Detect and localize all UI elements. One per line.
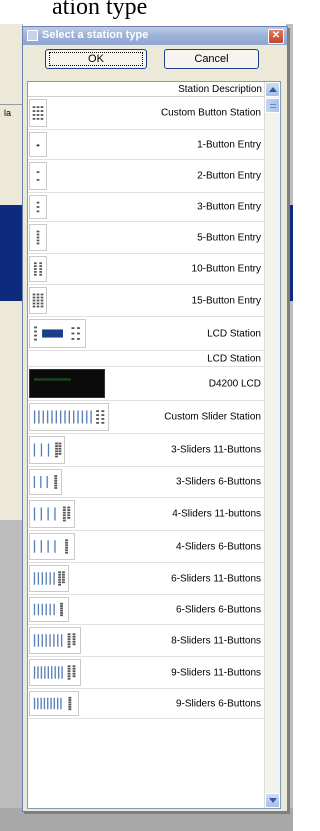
close-button[interactable]: ✕ [268, 29, 284, 44]
station-list-item[interactable]: 3-Sliders 11-Buttons [28, 434, 264, 467]
station-thumbnail-icon [29, 224, 47, 251]
station-list-item[interactable]: 3-Button Entry [28, 193, 264, 222]
station-description: 10-Button Entry [191, 263, 261, 275]
station-thumbnail-icon [29, 287, 47, 314]
background-blue-band [0, 205, 22, 301]
station-description: LCD Station [207, 353, 261, 364]
station-thumbnail-icon [29, 162, 47, 190]
ok-button[interactable]: OK [45, 49, 147, 69]
station-description: 3-Sliders 11-Buttons [171, 444, 261, 456]
background-gray-panel [0, 520, 22, 831]
station-description: 2-Button Entry [197, 170, 261, 182]
background-title-text: ation type [52, 0, 148, 20]
station-list-item[interactable]: Custom Slider Station [28, 401, 264, 434]
station-description: 9-Sliders 6-Buttons [175, 698, 261, 709]
station-thumbnail-icon [29, 369, 105, 398]
station-list-item[interactable]: 15-Button Entry [28, 285, 264, 317]
station-thumbnail-icon [29, 195, 47, 219]
station-list-item[interactable]: 1-Button Entry [28, 130, 264, 160]
station-description: 8-Sliders 11-Buttons [171, 635, 261, 646]
station-description: D4200 LCD [208, 378, 261, 389]
station-thumbnail-icon [29, 533, 75, 560]
station-thumbnail-icon [29, 597, 69, 622]
station-thumbnail-icon [29, 403, 109, 431]
station-thumbnail-icon [29, 691, 79, 716]
station-description: 1-Button Entry [197, 139, 261, 150]
focus-rectangle [49, 52, 143, 66]
station-description: 3-Button Entry [197, 201, 261, 213]
dialog-titlebar[interactable]: Select a station type ✕ [23, 27, 287, 45]
station-list-item[interactable]: 4-Sliders 11-buttons [28, 498, 264, 531]
station-description: 3-Sliders 6-Buttons [175, 476, 261, 488]
station-description: 4-Sliders 11-buttons [172, 508, 261, 520]
station-list-item[interactable]: 9-Sliders 11-Buttons [28, 657, 264, 689]
scrollbar-thumb[interactable] [265, 98, 280, 113]
select-station-dialog: Select a station type ✕ OK Cancel Statio… [22, 26, 288, 812]
scroll-up-arrow-icon[interactable] [265, 82, 280, 97]
station-thumbnail-icon [29, 99, 47, 127]
vertical-scrollbar[interactable] [264, 82, 280, 808]
cancel-button-label: Cancel [194, 53, 229, 65]
scroll-down-arrow-icon[interactable] [265, 793, 280, 808]
station-description: Custom Button Station [160, 107, 261, 119]
station-list-item[interactable]: Custom Button Station [28, 97, 264, 130]
background-app-header: ation type [0, 0, 293, 24]
station-thumbnail-icon [29, 500, 75, 528]
station-list-item[interactable]: 5-Button Entry [28, 222, 264, 254]
station-list-item[interactable]: 4-Sliders 6-Buttons [28, 531, 264, 563]
station-description: Custom Slider Station [164, 411, 261, 423]
station-thumbnail-icon [29, 659, 81, 686]
station-description: 6-Sliders 6-Buttons [175, 604, 261, 615]
station-list-item[interactable]: 6-Sliders 11-Buttons [28, 563, 264, 595]
close-icon: ✕ [271, 30, 281, 41]
station-thumbnail-icon [29, 469, 62, 495]
station-description: 4-Sliders 6-Buttons [175, 541, 261, 552]
background-divider [0, 104, 22, 105]
station-list-item[interactable]: LCD Station [28, 351, 264, 367]
column-header-station-description[interactable]: Station Description [28, 82, 264, 97]
station-list-item[interactable]: 6-Sliders 6-Buttons [28, 595, 264, 625]
window-icon [27, 30, 38, 41]
dialog-title: Select a station type [42, 29, 149, 41]
station-list-item[interactable]: 3-Sliders 6-Buttons [28, 467, 264, 498]
station-list-item[interactable]: 2-Button Entry [28, 160, 264, 193]
background-left-label: la [4, 108, 12, 118]
station-list-item[interactable]: 10-Button Entry [28, 254, 264, 285]
station-list-item[interactable]: 9-Sliders 6-Buttons [28, 689, 264, 719]
station-list-item[interactable]: 8-Sliders 11-Buttons [28, 625, 264, 657]
station-thumbnail-icon [29, 256, 47, 282]
station-thumbnail-icon [29, 565, 69, 592]
station-list[interactable]: Station Description Custom Button Statio… [27, 81, 281, 809]
station-description: 9-Sliders 11-Buttons [171, 667, 261, 678]
station-list-rows: Custom Button Station 1-Button Entry 2-But… [28, 97, 264, 719]
station-description: LCD Station [207, 328, 261, 339]
station-list-item[interactable]: LCD Station [28, 317, 264, 351]
station-thumbnail-icon [29, 319, 86, 348]
cancel-button[interactable]: Cancel [164, 49, 259, 69]
station-list-item[interactable]: D4200 LCD [28, 367, 264, 401]
station-thumbnail-icon [29, 627, 81, 654]
station-description: 15-Button Entry [191, 295, 261, 306]
station-description: 6-Sliders 11-Buttons [171, 573, 261, 584]
station-description: 5-Button Entry [197, 232, 261, 243]
station-thumbnail-icon [29, 132, 47, 157]
station-thumbnail-icon [29, 436, 65, 464]
